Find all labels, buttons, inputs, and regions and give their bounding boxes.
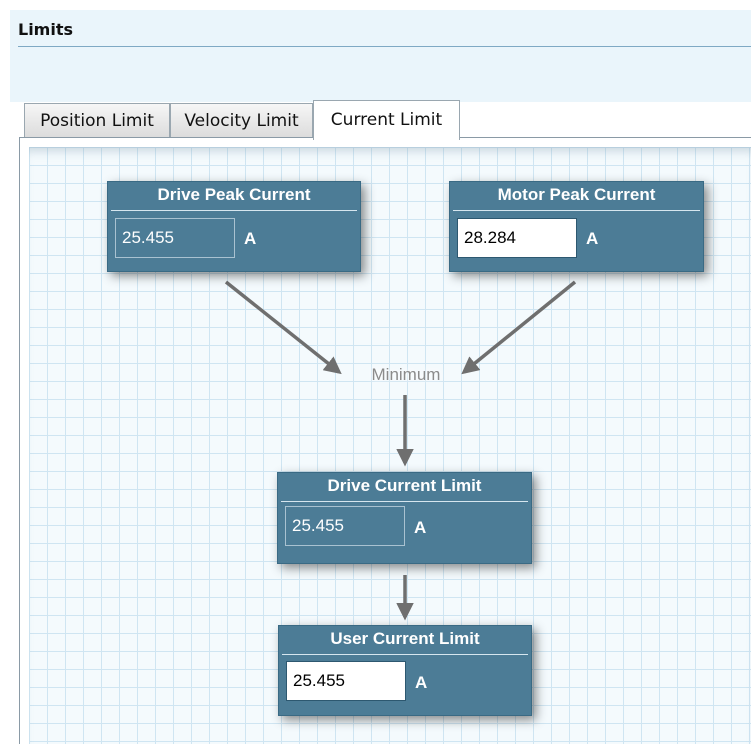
drive-peak-current-value: 25.455 (115, 218, 235, 258)
drive-peak-current-title: Drive Peak Current (157, 185, 311, 204)
drive-peak-current-unit: A (244, 229, 257, 248)
drive-current-limit-node: Drive Current Limit 25.455 A (277, 472, 532, 564)
drive-current-limit-value: 25.455 (285, 506, 405, 546)
limits-header-panel (10, 10, 751, 102)
user-current-limit-field[interactable] (286, 661, 406, 701)
motor-peak-current-unit: A (586, 229, 599, 248)
node-divider (282, 654, 528, 655)
motor-peak-current-node: Motor Peak Current A (449, 181, 704, 272)
page-title: Limits (18, 20, 74, 39)
drive-peak-current-node: Drive Peak Current 25.455 A (107, 181, 361, 272)
arrow-drive-peak-to-minimum (224, 280, 342, 375)
user-current-limit-unit: A (415, 673, 428, 692)
header-divider (18, 46, 751, 47)
node-divider (453, 210, 700, 211)
current-limit-diagram: Drive Peak Current 25.455 A Motor Peak C… (29, 147, 751, 744)
drive-current-limit-unit: A (414, 518, 427, 537)
minimum-operator-label: Minimum (371, 365, 441, 384)
tab-current-limit[interactable]: Current Limit (313, 100, 460, 140)
motor-peak-current-title: Motor Peak Current (497, 185, 656, 204)
node-divider (111, 210, 357, 211)
node-divider (281, 501, 528, 502)
motor-peak-current-field[interactable] (457, 218, 577, 258)
user-current-limit-title: User Current Limit (330, 629, 480, 648)
tab-position-limit[interactable]: Position Limit (24, 103, 170, 137)
drive-current-limit-title: Drive Current Limit (327, 476, 482, 495)
tab-velocity-limit[interactable]: Velocity Limit (170, 103, 313, 137)
arrow-motor-peak-to-minimum (461, 280, 577, 375)
user-current-limit-node: User Current Limit A (278, 625, 532, 716)
